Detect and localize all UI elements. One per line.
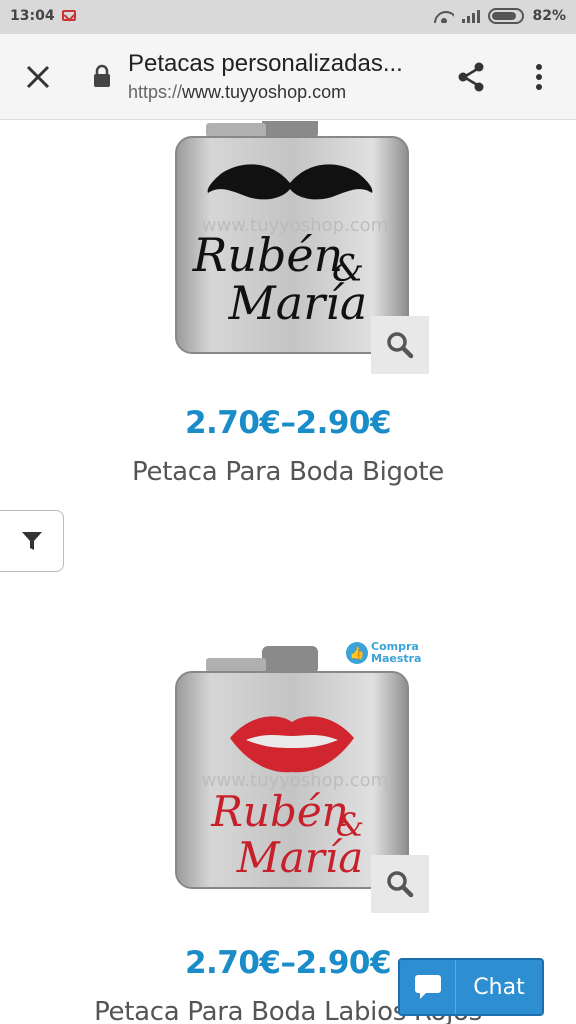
status-bar: 13:04 82%: [0, 0, 576, 34]
wifi-icon: [434, 9, 454, 23]
zoom-button[interactable]: [371, 316, 429, 374]
thumbs-up-icon: 👍: [346, 642, 368, 664]
compra-maestra-badge: 👍 Compra Maestra: [346, 641, 421, 665]
zoom-button[interactable]: [371, 855, 429, 913]
url-scheme: https://: [128, 82, 183, 102]
page-url: https://www.tuyyoshop.com: [128, 82, 428, 103]
page-content: www.tuyyoshop.com Rubén & María 2.70€–2.…: [0, 121, 576, 1024]
overflow-menu-button[interactable]: [524, 58, 554, 96]
chat-icon-box: [400, 960, 456, 1014]
close-icon: [26, 65, 50, 89]
title-area[interactable]: Petacas personalizadas... https://www.tu…: [128, 50, 428, 103]
engraving-line2: María: [228, 276, 368, 330]
badge-line2: Maestra: [371, 652, 422, 665]
page-title: Petacas personalizadas...: [128, 50, 403, 77]
more-vert-icon: [536, 64, 542, 90]
gmail-notification-icon: [62, 10, 76, 21]
battery-icon: [488, 8, 525, 24]
signal-icon: [462, 9, 481, 23]
filter-button[interactable]: [0, 510, 64, 572]
chat-label: Chat: [473, 974, 525, 1000]
product-name[interactable]: Petaca Para Boda Bigote: [0, 457, 576, 487]
browser-toolbar: Petacas personalizadas... https://www.tu…: [0, 34, 576, 120]
lock-icon: [94, 64, 110, 87]
product-price: 2.70€–2.90€: [184, 405, 392, 441]
magnifier-icon: [387, 871, 414, 898]
engraving-line1: Rubén: [192, 228, 344, 282]
share-button[interactable]: [452, 58, 490, 96]
filter-icon: [21, 532, 42, 550]
engraving-line1: Rubén: [210, 787, 348, 836]
engraving-line2: María: [236, 833, 364, 882]
url-host: www.tuyyoshop.com: [182, 82, 347, 102]
close-button[interactable]: [18, 57, 58, 97]
share-icon: [458, 62, 484, 92]
magnifier-icon: [387, 332, 414, 359]
status-time: 13:04: [10, 8, 55, 24]
chat-button[interactable]: Chat: [398, 958, 544, 1016]
chat-bubble-icon: [414, 975, 441, 999]
battery-level: 82%: [532, 8, 566, 24]
